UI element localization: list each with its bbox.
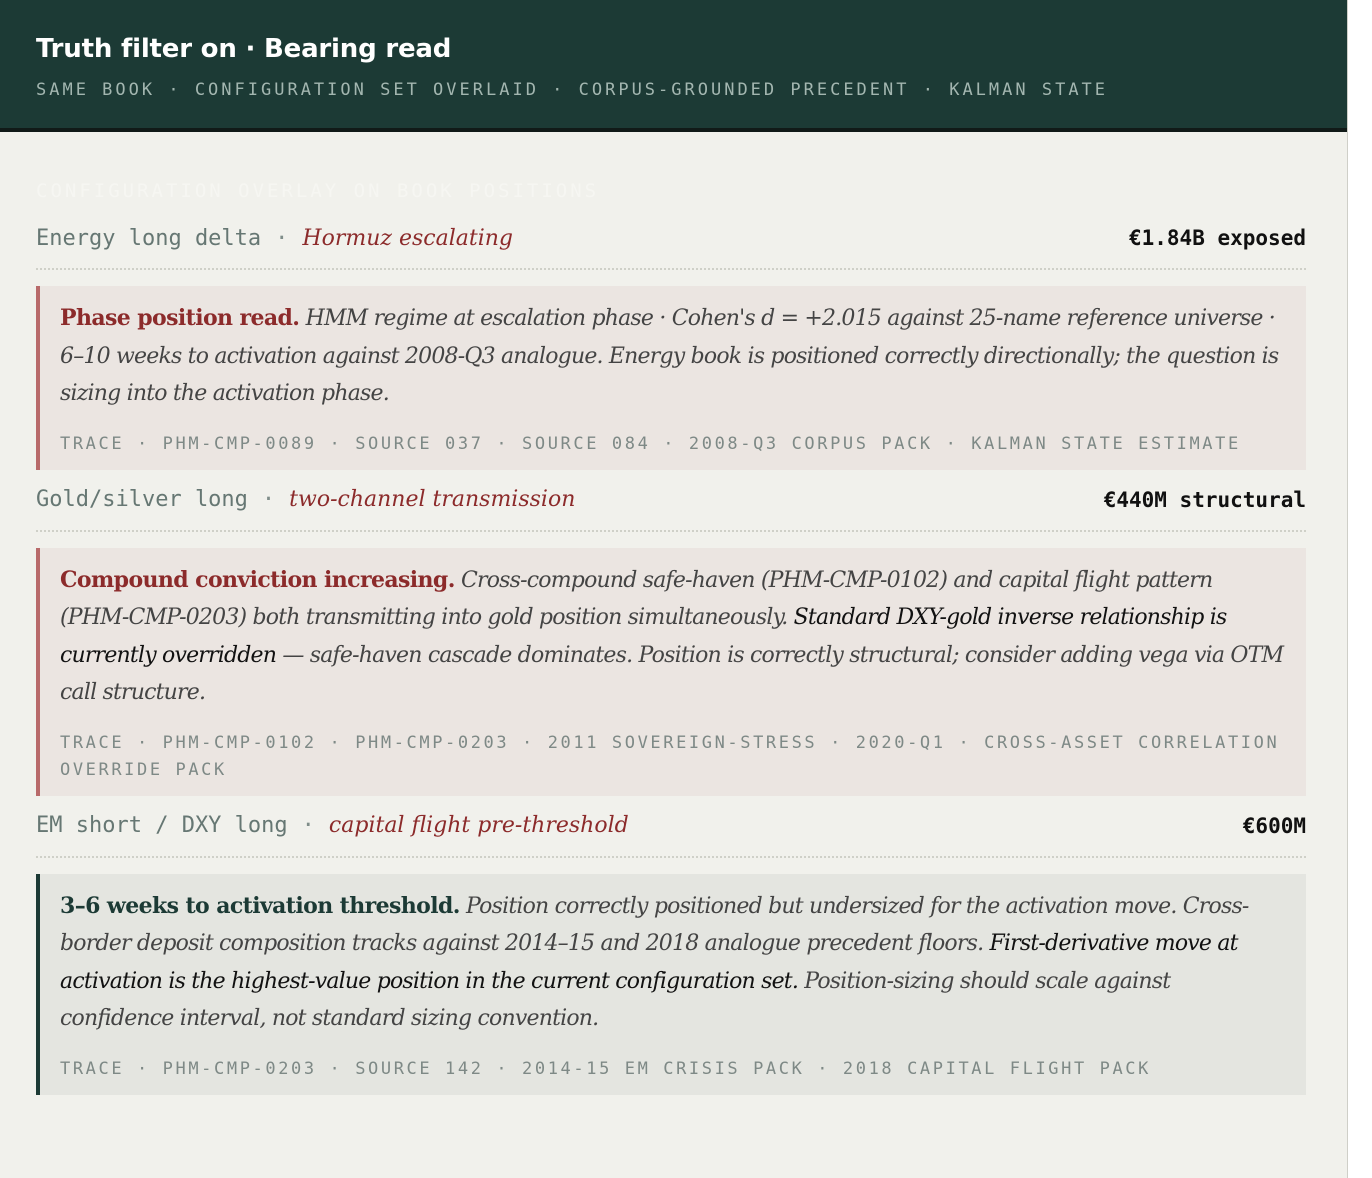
- position-name: Gold/silver long: [36, 487, 248, 512]
- position-regime: Hormuz escalating: [302, 225, 514, 251]
- read-text: 3–6 weeks to activation threshold. Posit…: [60, 888, 1286, 1038]
- read-text: Phase position read. HMM regime at escal…: [60, 300, 1286, 413]
- main-content: CONFIGURATION OVERLAY ON BOOK POSITIONS …: [0, 180, 1347, 1095]
- separator: ·: [301, 813, 315, 838]
- read-card-gold-silver: Compound conviction increasing. Cross-co…: [36, 547, 1306, 796]
- read-lead: Compound conviction increasing.: [60, 566, 455, 593]
- page-title: Truth filter on · Bearing read: [36, 34, 452, 64]
- read-text: Compound conviction increasing. Cross-co…: [60, 562, 1286, 712]
- position-info: EM short / DXY long · capital flight pre…: [36, 813, 629, 838]
- trace-line: TRACE · PHM-CMP-0089 · SOURCE 037 · SOUR…: [60, 433, 1241, 454]
- page-frame: Truth filter on · Bearing read SAME BOOK…: [0, 0, 1348, 1178]
- separator: ·: [275, 225, 289, 251]
- section-label: CONFIGURATION OVERLAY ON BOOK POSITIONS: [36, 180, 600, 202]
- position-regime: capital flight pre-threshold: [328, 813, 629, 838]
- page-subtitle: SAME BOOK · CONFIGURATION SET OVERLAID ·…: [36, 80, 1109, 100]
- trace-line: TRACE · PHM-CMP-0203 · SOURCE 142 · 2014…: [60, 1058, 1151, 1079]
- separator: ·: [261, 487, 276, 512]
- trace-line: TRACE · PHM-CMP-0102 · PHM-CMP-0203 · 20…: [60, 732, 1280, 780]
- position-info: Gold/silver long · two-channel transmiss…: [36, 487, 575, 512]
- position-row-em-dxy[interactable]: EM short / DXY long · capital flight pre…: [36, 796, 1306, 858]
- position-exposure: €600M: [1242, 813, 1306, 838]
- read-card-energy: Phase position read. HMM regime at escal…: [36, 286, 1306, 470]
- read-card-em-dxy: 3–6 weeks to activation threshold. Posit…: [36, 873, 1306, 1095]
- position-info: Energy long delta · Hormuz escalating: [36, 226, 513, 251]
- position-regime: two-channel transmission: [289, 487, 576, 512]
- position-exposure: €1.84B exposed: [1128, 226, 1306, 250]
- position-exposure: €440M structural: [1103, 487, 1306, 512]
- position-row-energy[interactable]: Energy long delta · Hormuz escalating €1…: [36, 208, 1306, 270]
- position-row-gold-silver[interactable]: Gold/silver long · two-channel transmiss…: [36, 470, 1306, 532]
- read-lead: Phase position read.: [60, 305, 300, 331]
- position-name: EM short / DXY long: [36, 813, 288, 838]
- read-lead: 3–6 weeks to activation threshold.: [60, 892, 460, 919]
- position-name: Energy long delta: [36, 225, 262, 251]
- header: Truth filter on · Bearing read SAME BOOK…: [0, 0, 1347, 132]
